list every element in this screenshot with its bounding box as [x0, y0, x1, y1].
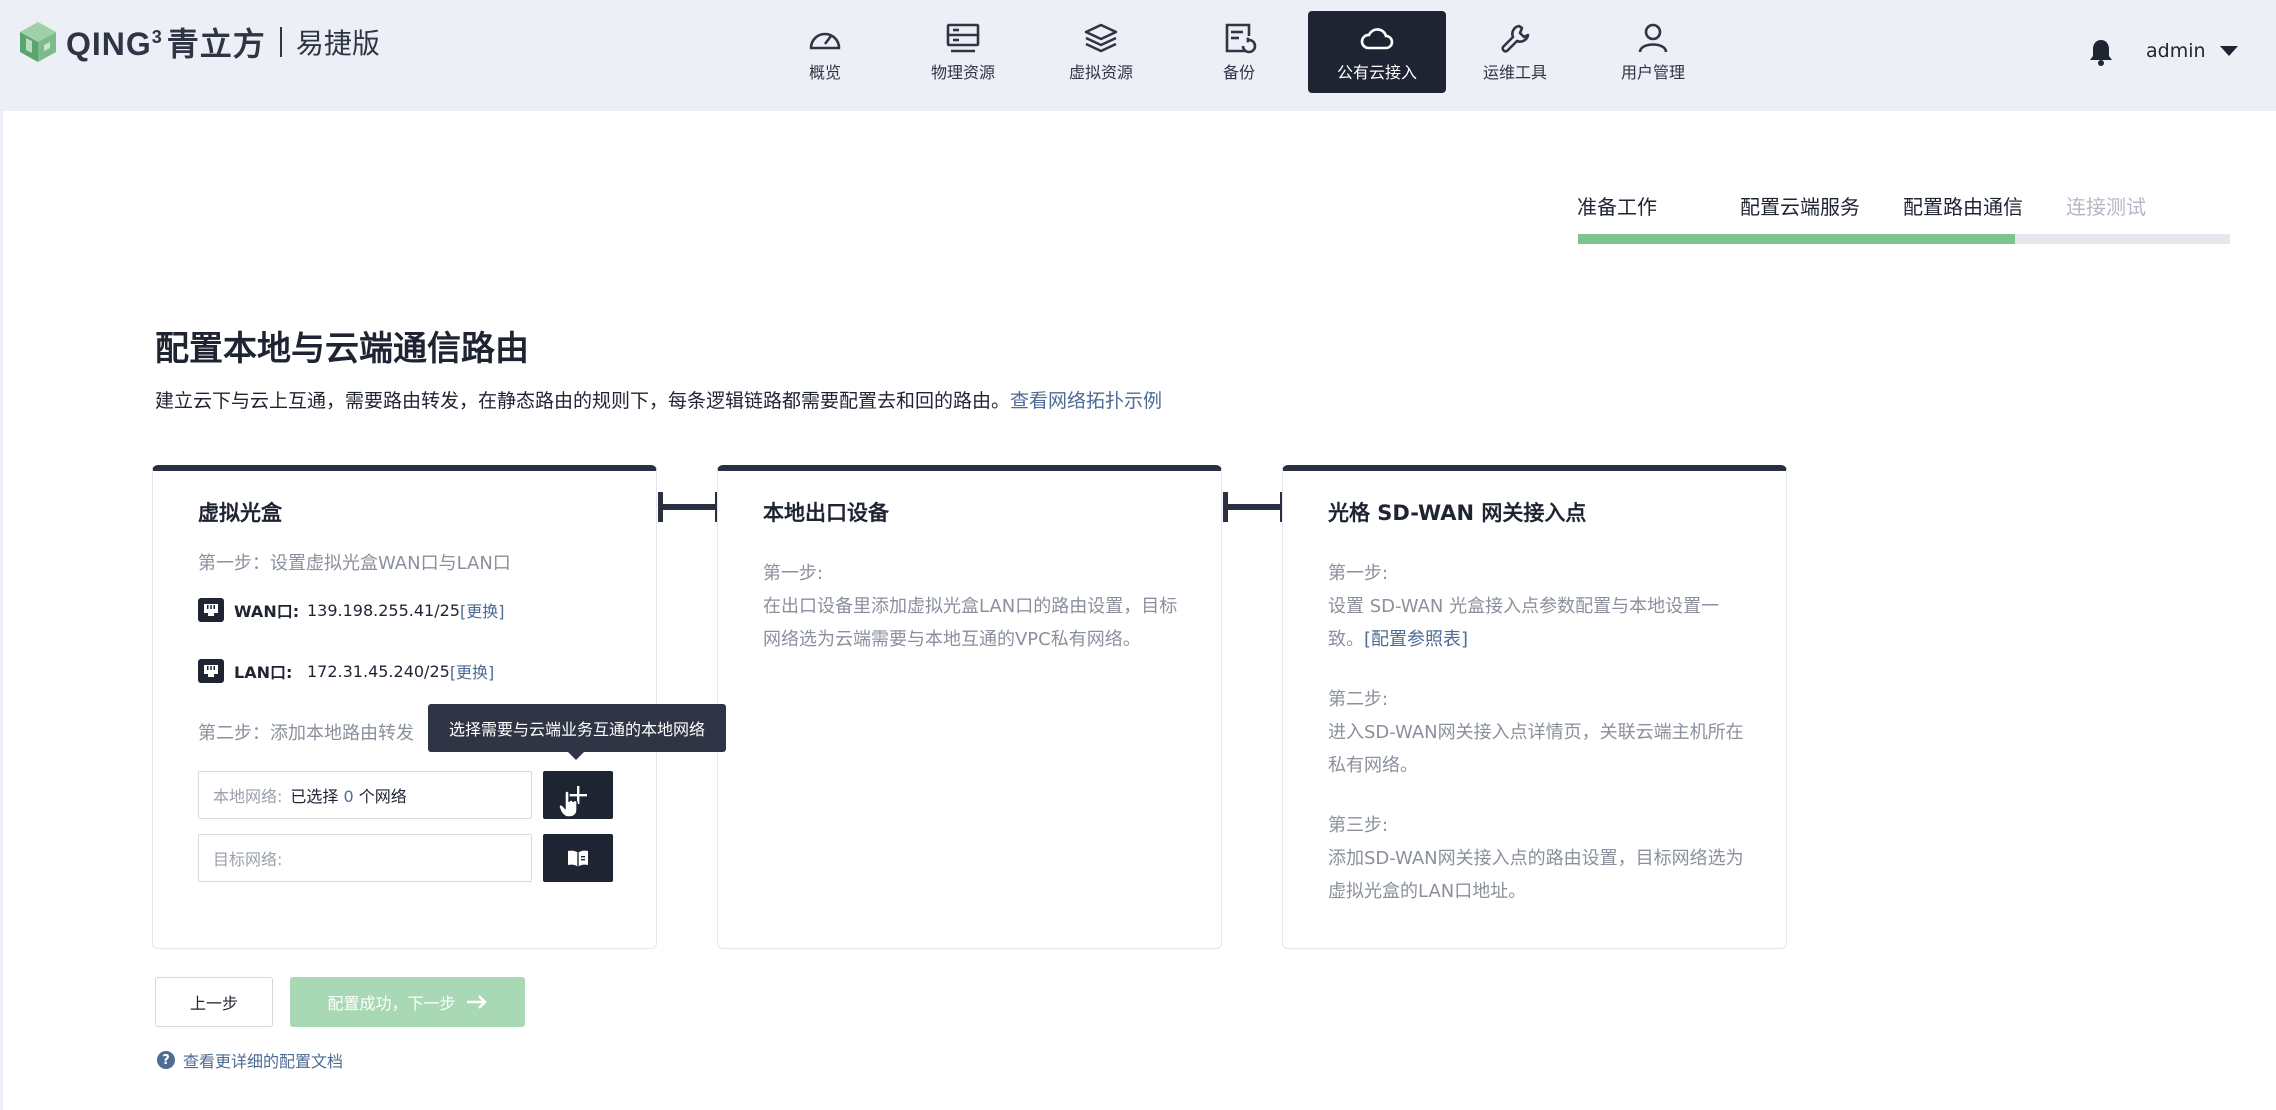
nav-item-overview[interactable]: 概览	[756, 11, 894, 93]
brand-divider	[279, 27, 282, 57]
detailed-docs-link[interactable]: ? 查看更详细的配置文档	[157, 1048, 343, 1072]
arrow-right-icon	[466, 995, 487, 1009]
page-description: 建立云下与云上互通，需要路由转发，在静态路由的规则下，每条逻辑链路都需要配置去和…	[155, 390, 1163, 412]
top-bar: QING3 青立方 易捷版 概览 物理资源 虚拟资源 备份 公有云接入 运维工具…	[0, 0, 2276, 110]
previous-step-button[interactable]: 上一步	[155, 977, 273, 1027]
nav-label: 备份	[1222, 63, 1255, 82]
nav-label: 虚拟资源	[1068, 63, 1133, 82]
user-menu[interactable]: admin	[2146, 40, 2238, 62]
lan-label: LAN口:	[234, 663, 293, 682]
main-nav: 概览 物理资源 虚拟资源 备份 公有云接入 运维工具 用户管理	[756, 11, 1722, 93]
nav-label: 运维工具	[1482, 63, 1547, 82]
notification-bell-icon[interactable]	[2088, 38, 2114, 66]
wan-label: WAN口:	[234, 602, 300, 621]
hand-pointer-cursor-icon	[558, 790, 578, 818]
target-network-field[interactable]: 目标网络:	[198, 834, 532, 882]
config-reference-link[interactable]: [配置参照表]	[1364, 629, 1468, 650]
nav-item-user-management[interactable]: 用户管理	[1584, 11, 1722, 93]
nav-item-virtual-resources[interactable]: 虚拟资源	[1032, 11, 1170, 93]
question-circle-icon: ?	[157, 1051, 175, 1069]
local-network-tooltip: 选择需要与云端业务互通的本地网络	[428, 704, 726, 760]
lan-port-row: LAN口: 172.31.45.240/25 [更换]	[198, 659, 494, 683]
card3-step2: 第二步:	[1328, 689, 1389, 710]
step-prepare: 准备工作	[1577, 195, 1657, 219]
card-sdwan-gateway: 光格 SD-WAN 网关接入点 第一步: 设置 SD-WAN 光盒接入点参数配置…	[1282, 465, 1787, 949]
nav-item-public-cloud-access[interactable]: 公有云接入	[1308, 11, 1446, 93]
target-network-input[interactable]	[290, 848, 491, 868]
brand-cn-name: 青立方	[166, 26, 266, 62]
nav-item-physical-resources[interactable]: 物理资源	[894, 11, 1032, 93]
user-icon	[1633, 21, 1673, 55]
nav-label: 用户管理	[1620, 63, 1685, 82]
cube-logo-icon	[20, 22, 56, 62]
lan-change-link[interactable]: [更换]	[450, 659, 495, 683]
wrench-icon	[1495, 21, 1535, 55]
step-progress-fill	[1578, 234, 2015, 244]
topology-example-link[interactable]: 查看网络拓扑示例	[1010, 390, 1162, 412]
brand-name: QING3 青立方	[66, 26, 266, 62]
wan-value: 139.198.255.41/25	[307, 600, 460, 620]
card-title: 本地出口设备	[763, 501, 889, 525]
nav-item-backup[interactable]: 备份	[1170, 11, 1308, 93]
connector-link	[1223, 492, 1285, 522]
server-icon	[943, 21, 983, 55]
card1-step1: 第一步：设置虚拟光盒WAN口与LAN口	[198, 553, 511, 574]
nav-label: 公有云接入	[1336, 63, 1417, 82]
nav-label: 概览	[808, 63, 841, 82]
step-cloud-service: 配置云端服务	[1740, 195, 1860, 219]
open-book-icon	[568, 850, 588, 867]
nav-item-ops-tools[interactable]: 运维工具	[1446, 11, 1584, 93]
card3-step2-text: 进入SD-WAN网关接入点详情页，关联云端主机所在私有网络。	[1328, 722, 1744, 776]
username: admin	[2146, 40, 2206, 62]
local-network-value: 已选择 0 个网络	[290, 787, 407, 806]
page-title: 配置本地与云端通信路由	[155, 329, 529, 369]
connector-link	[658, 492, 720, 522]
next-step-button[interactable]: 配置成功，下一步	[290, 977, 525, 1027]
cloud-icon	[1357, 21, 1397, 55]
local-network-label: 本地网络:	[213, 787, 283, 806]
local-network-field[interactable]: 本地网络: 已选择 0 个网络	[198, 771, 532, 819]
card-title: 光格 SD-WAN 网关接入点	[1328, 501, 1587, 525]
card3-step3-text: 添加SD-WAN网关接入点的路由设置，目标网络选为虚拟光盒的LAN口地址。	[1328, 848, 1744, 902]
card3-step1: 第一步:	[1328, 563, 1389, 584]
wan-port-row: WAN口: 139.198.255.41/25 [更换]	[198, 598, 504, 622]
backup-document-icon	[1219, 21, 1259, 55]
nav-label: 物理资源	[930, 63, 995, 82]
ethernet-port-icon	[198, 659, 224, 683]
step-progress-bar	[1578, 234, 2230, 244]
lan-value: 172.31.45.240/25	[307, 661, 450, 681]
brand-edition: 易捷版	[295, 27, 380, 60]
step-progress: 准备工作 配置云端服务 配置路由通信 连接测试	[1577, 191, 2231, 244]
layers-icon	[1081, 21, 1121, 55]
target-network-label: 目标网络:	[213, 850, 283, 869]
chevron-down-icon	[2219, 46, 2238, 56]
target-network-book-button[interactable]	[543, 834, 613, 882]
wan-change-link[interactable]: [更换]	[460, 598, 505, 622]
card2-step1-text: 在出口设备里添加虚拟光盒LAN口的路由设置，目标网络选为云端需要与本地互通的VP…	[763, 596, 1178, 650]
card2-step1: 第一步:	[763, 563, 824, 584]
ethernet-port-icon	[198, 598, 224, 622]
card3-step3: 第三步:	[1328, 815, 1389, 836]
card-title: 虚拟光盒	[198, 501, 282, 525]
dashboard-gauge-icon	[805, 21, 845, 55]
step-routing: 配置路由通信	[1903, 195, 2023, 219]
card3-step1-text: 设置 SD-WAN 光盒接入点参数配置与本地设置一致。[配置参照表]	[1328, 596, 1720, 650]
card-local-exit-device: 本地出口设备 第一步: 在出口设备里添加虚拟光盒LAN口的路由设置，目标网络选为…	[717, 465, 1222, 949]
step-connection-test: 连接测试	[2066, 195, 2146, 219]
brand-logo[interactable]: QING3 青立方 易捷版	[18, 20, 380, 64]
